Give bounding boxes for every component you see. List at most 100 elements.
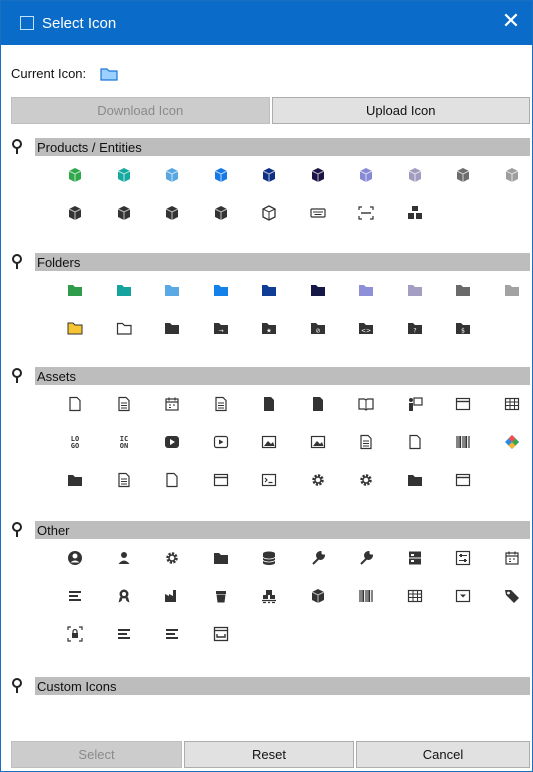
folder-blue-icon[interactable] <box>197 271 246 309</box>
cube-darknavy-icon[interactable] <box>294 156 343 194</box>
folder-star-icon[interactable]: ★ <box>245 309 294 347</box>
folder-mauve-icon[interactable] <box>391 271 440 309</box>
file-list-icon[interactable] <box>100 385 149 423</box>
list-block-icon[interactable] <box>148 615 197 653</box>
bin-icon[interactable] <box>197 577 246 615</box>
cube-blue-icon[interactable] <box>197 156 246 194</box>
list-time-icon[interactable] <box>100 615 149 653</box>
user-circle-icon[interactable] <box>51 539 100 577</box>
cancel-button[interactable]: Cancel <box>356 741 530 768</box>
gears-icon[interactable] <box>148 539 197 577</box>
lock-scan-icon[interactable] <box>51 615 100 653</box>
icon-text-icon[interactable]: IC ON <box>100 423 149 461</box>
calendar-grid-icon[interactable] <box>488 539 533 577</box>
folder-green-icon[interactable] <box>51 271 100 309</box>
keyboard-icon[interactable] <box>294 194 343 232</box>
box-icon[interactable] <box>294 577 343 615</box>
folder-image-icon[interactable] <box>391 461 440 499</box>
factory-icon[interactable] <box>148 577 197 615</box>
wrench-alt-icon[interactable] <box>342 539 391 577</box>
section-header[interactable]: Folders <box>11 253 530 271</box>
folder-teal-icon[interactable] <box>100 271 149 309</box>
file-outline-icon[interactable] <box>51 385 100 423</box>
folder-lightgray-icon[interactable] <box>488 271 533 309</box>
folder-block-icon[interactable]: ⊘ <box>294 309 343 347</box>
select-button[interactable]: Select <box>11 741 182 768</box>
window-list-icon[interactable] <box>439 461 488 499</box>
cube-import-icon[interactable] <box>100 194 149 232</box>
cube-gray-icon[interactable] <box>439 156 488 194</box>
folder-arrow-icon[interactable]: → <box>197 309 246 347</box>
section-header[interactable]: Assets <box>11 367 530 385</box>
folder-lock-icon[interactable] <box>197 539 246 577</box>
image-icon[interactable] <box>245 423 294 461</box>
tags-icon[interactable] <box>488 577 533 615</box>
cube-green-icon[interactable] <box>51 156 100 194</box>
cube-outline-icon[interactable] <box>245 194 294 232</box>
video-outline-icon[interactable] <box>197 423 246 461</box>
cube-lightblue-icon[interactable] <box>148 156 197 194</box>
folder-outline-icon[interactable] <box>100 309 149 347</box>
folder-settings-icon[interactable] <box>51 461 100 499</box>
section-header[interactable]: Products / Entities <box>11 138 530 156</box>
server-icon[interactable] <box>391 539 440 577</box>
folder-question-icon[interactable]: ? <box>391 309 440 347</box>
file-solid-icon[interactable] <box>294 385 343 423</box>
list-align-icon[interactable] <box>51 577 100 615</box>
award-icon[interactable] <box>100 577 149 615</box>
scan-icon[interactable] <box>342 194 391 232</box>
http-window-icon[interactable] <box>439 385 488 423</box>
book-icon[interactable] <box>342 385 391 423</box>
file-edit-icon[interactable] <box>245 385 294 423</box>
cube-mauve-icon[interactable] <box>391 156 440 194</box>
color-palette-icon[interactable] <box>488 423 533 461</box>
cube-add-icon[interactable] <box>148 194 197 232</box>
calendar-icon[interactable] <box>148 385 197 423</box>
folder-darknavy-icon[interactable] <box>294 271 343 309</box>
reset-button[interactable]: Reset <box>184 741 354 768</box>
cube-block-icon[interactable] <box>197 194 246 232</box>
folder-lavender-icon[interactable] <box>342 271 391 309</box>
download-icon-button[interactable]: Download Icon <box>11 97 270 124</box>
presenter-icon[interactable] <box>391 385 440 423</box>
database-icon[interactable] <box>245 539 294 577</box>
cubes-stack-icon[interactable] <box>391 194 440 232</box>
folder-dark-icon[interactable] <box>148 309 197 347</box>
cube-teal-icon[interactable] <box>100 156 149 194</box>
dropdown-box-icon[interactable] <box>439 577 488 615</box>
monitor-settings-icon[interactable] <box>197 461 246 499</box>
folder-dollar-icon[interactable]: $ <box>439 309 488 347</box>
barcode-battery-icon[interactable] <box>439 423 488 461</box>
sliders-icon[interactable] <box>439 539 488 577</box>
gear-icon[interactable] <box>294 461 343 499</box>
grid-icon[interactable] <box>391 577 440 615</box>
logo-icon[interactable]: LO GO <box>51 423 100 461</box>
close-button[interactable]: ✕ <box>500 10 522 33</box>
cog-icon[interactable] <box>342 461 391 499</box>
video-play-icon[interactable] <box>148 423 197 461</box>
folder-gray-icon[interactable] <box>439 271 488 309</box>
form-edit-icon[interactable] <box>342 423 391 461</box>
images-icon[interactable] <box>294 423 343 461</box>
folder-yellow-icon[interactable] <box>51 309 100 347</box>
file-settings-icon[interactable] <box>100 461 149 499</box>
upload-icon-button[interactable]: Upload Icon <box>271 97 530 124</box>
folder-navy-icon[interactable] <box>245 271 294 309</box>
barcode-icon[interactable] <box>342 577 391 615</box>
pallet-icon[interactable] <box>245 577 294 615</box>
settings-file-icon[interactable] <box>148 461 197 499</box>
section-header[interactable]: Custom Icons <box>11 677 530 695</box>
cube-navy-icon[interactable] <box>245 156 294 194</box>
file-signature-icon[interactable] <box>391 423 440 461</box>
inbox-icon[interactable] <box>197 615 246 653</box>
user-icon[interactable] <box>100 539 149 577</box>
table-icon[interactable] <box>488 385 533 423</box>
cube-lavender-icon[interactable] <box>342 156 391 194</box>
document-icon[interactable] <box>197 385 246 423</box>
cube-dark-icon[interactable] <box>51 194 100 232</box>
section-header[interactable]: Other <box>11 521 530 539</box>
cube-lightgray-icon[interactable] <box>488 156 533 194</box>
folder-lightblue-icon[interactable] <box>148 271 197 309</box>
folder-code-icon[interactable]: <> <box>342 309 391 347</box>
wrench-icon[interactable] <box>294 539 343 577</box>
